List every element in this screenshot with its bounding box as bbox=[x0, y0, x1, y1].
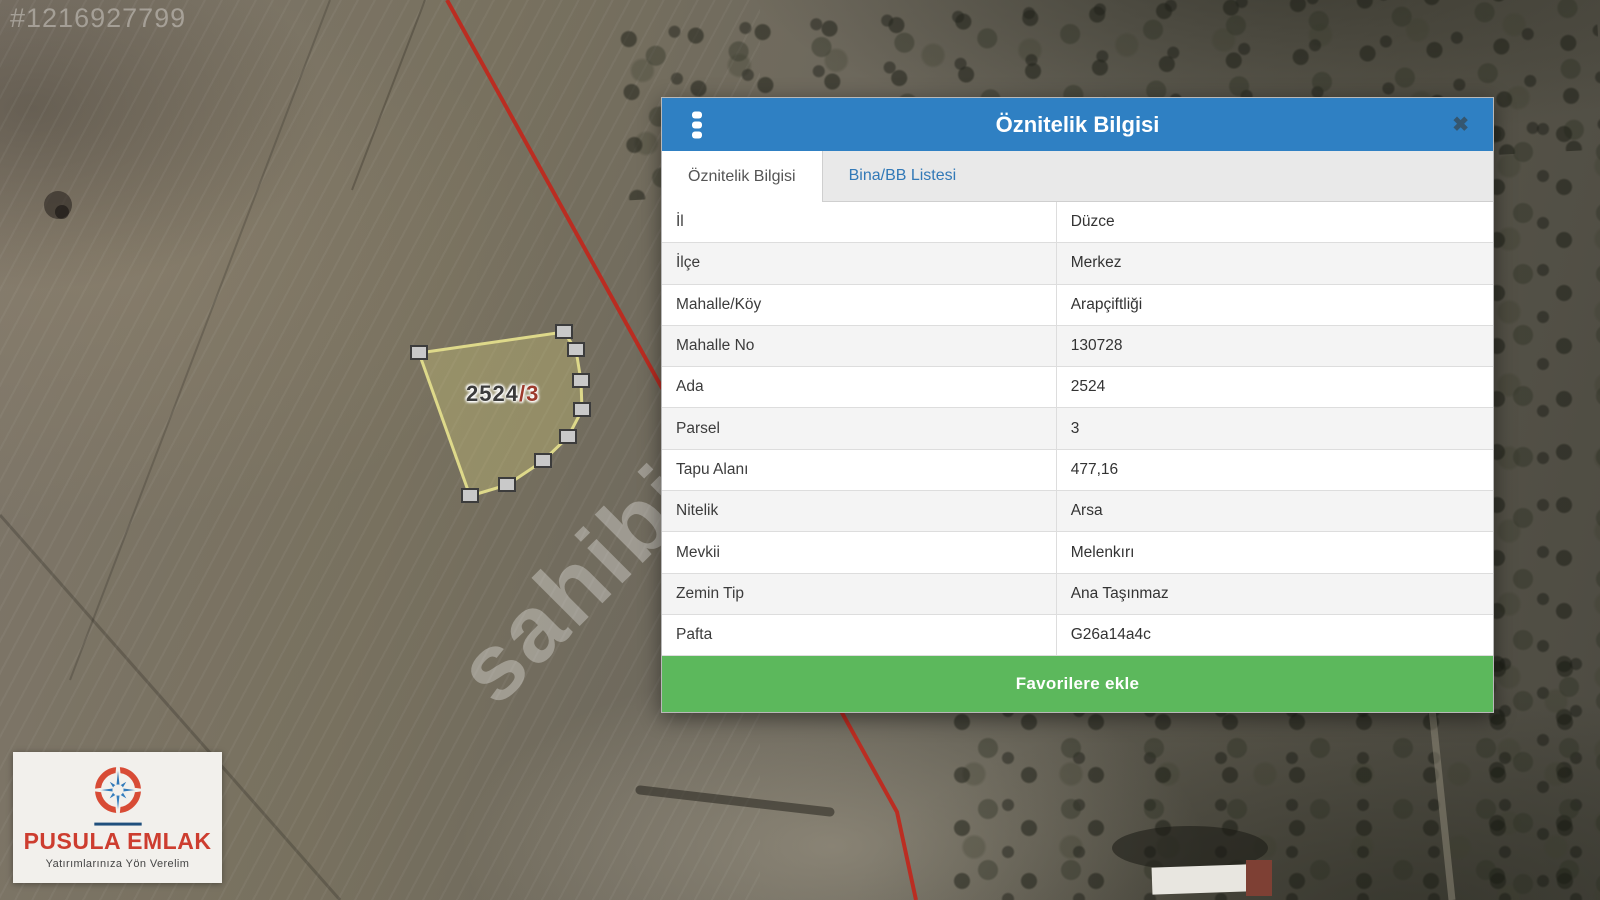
logo-name: PUSULA EMLAK bbox=[24, 828, 212, 855]
satellite-map-viewport[interactable]: 2524/3 sahibinden #1216927799 Öznitelik … bbox=[0, 0, 1600, 900]
dirt-road bbox=[1430, 690, 1452, 900]
tree-spot bbox=[44, 191, 72, 219]
dialog-title: Öznitelik Bilgisi bbox=[662, 112, 1493, 138]
attribute-table: İlDüzce İlçeMerkez Mahalle/KöyArapçiftli… bbox=[662, 202, 1493, 656]
vertex-handle[interactable] bbox=[560, 430, 576, 443]
table-row: Parsel3 bbox=[662, 408, 1493, 449]
vertex-handle[interactable] bbox=[535, 454, 551, 467]
attribute-info-dialog: Öznitelik Bilgisi ✖ Öznitelik Bilgisi Bi… bbox=[661, 97, 1494, 713]
red-roof-building bbox=[1246, 860, 1272, 896]
kebab-menu-icon[interactable] bbox=[692, 111, 702, 138]
listing-id: #1216927799 bbox=[10, 3, 186, 34]
logo-tagline: Yatırımlarınıza Yön Verelim bbox=[46, 858, 190, 870]
vertex-handle[interactable] bbox=[411, 346, 427, 359]
table-row: Zemin TipAna Taşınmaz bbox=[662, 574, 1493, 615]
vertex-handle[interactable] bbox=[574, 403, 590, 416]
dialog-header: Öznitelik Bilgisi ✖ bbox=[662, 98, 1493, 151]
realtor-logo-card: PUSULA EMLAK Yatırımlarınıza Yön Verelim bbox=[13, 752, 222, 883]
table-row: NitelikArsa bbox=[662, 491, 1493, 532]
compass-rose-icon bbox=[81, 756, 155, 830]
table-row: Mahalle/KöyArapçiftliği bbox=[662, 285, 1493, 326]
table-row: Mahalle No130728 bbox=[662, 326, 1493, 367]
dialog-tabs: Öznitelik Bilgisi Bina/BB Listesi bbox=[662, 151, 1493, 202]
table-row: İlçeMerkez bbox=[662, 243, 1493, 284]
vertex-handle[interactable] bbox=[556, 325, 572, 338]
vertex-handle[interactable] bbox=[499, 478, 515, 491]
table-row: MevkiiMelenkırı bbox=[662, 532, 1493, 573]
vertex-handle[interactable] bbox=[573, 374, 589, 387]
tab-bina-bb-listesi[interactable]: Bina/BB Listesi bbox=[823, 151, 983, 201]
building-shadow bbox=[1112, 826, 1268, 870]
add-to-favorites-button[interactable]: Favorilere ekle bbox=[662, 656, 1493, 712]
tree-texture-right bbox=[1485, 120, 1600, 900]
close-icon[interactable]: ✖ bbox=[1452, 115, 1469, 135]
table-row: Tapu Alanı477,16 bbox=[662, 450, 1493, 491]
white-roof-building bbox=[1152, 864, 1249, 894]
parcel-number-label: 2524/3 bbox=[466, 381, 539, 407]
table-row: İlDüzce bbox=[662, 202, 1493, 243]
table-row: Ada2524 bbox=[662, 367, 1493, 408]
vertex-handle[interactable] bbox=[462, 489, 478, 502]
table-row: PaftaG26a14a4c bbox=[662, 615, 1493, 656]
selected-parcel-polygon[interactable] bbox=[419, 332, 582, 496]
vertex-handle[interactable] bbox=[568, 343, 584, 356]
tab-oznitelik-bilgisi[interactable]: Öznitelik Bilgisi bbox=[662, 151, 823, 202]
